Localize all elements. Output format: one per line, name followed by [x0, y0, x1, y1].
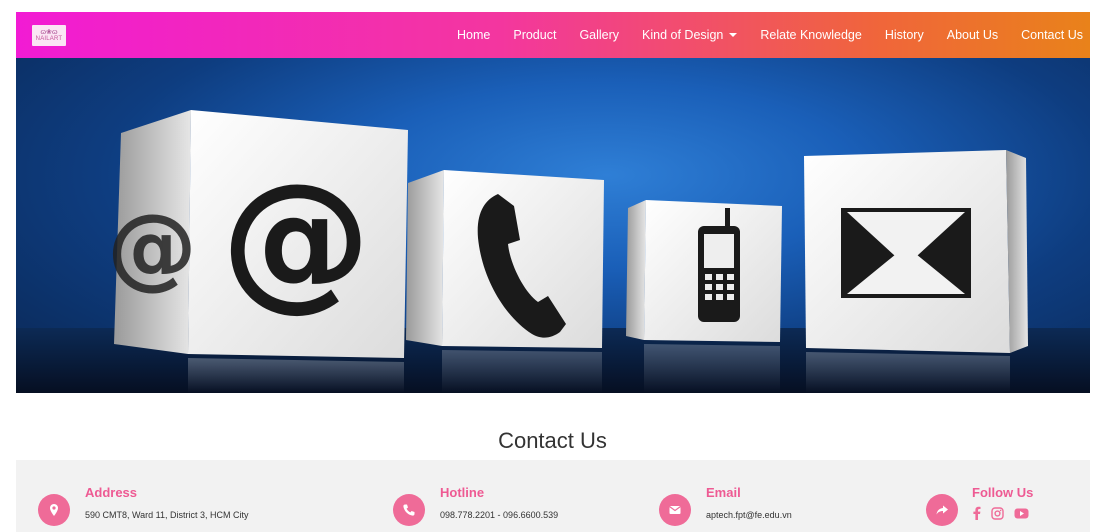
contact-cubes-illustration: @ @ [16, 110, 1090, 393]
facebook-icon[interactable] [972, 506, 981, 520]
logo-text: NAILART [35, 35, 63, 42]
caret-down-icon [729, 33, 738, 37]
at-sign-icon: @ [221, 152, 371, 326]
instagram-icon[interactable] [991, 506, 1004, 520]
contact-email: Email aptech.fpt@fe.edu.vn [656, 460, 906, 532]
nav-contact-us[interactable]: Contact Us [1021, 28, 1083, 42]
contact-follow-us: Follow Us [916, 460, 1090, 532]
location-pin-icon [38, 494, 70, 526]
follow-us-title: Follow Us [972, 485, 1034, 500]
contact-address: Address 590 CMT8, Ward 11, District 3, H… [16, 460, 316, 532]
nav-product[interactable]: Product [513, 28, 556, 42]
top-navbar: ɷ❀ɷ NAILART Home Product Gallery Kind of… [16, 12, 1090, 58]
hotline-text: 098.778.2201 - 096.6600.539 [440, 510, 559, 520]
nav-about-us[interactable]: About Us [947, 28, 998, 42]
email-text[interactable]: aptech.fpt@fe.edu.vn [706, 510, 792, 520]
nav-gallery[interactable]: Gallery [579, 28, 619, 42]
nav-kind-of-design-dropdown[interactable]: Kind of Design [642, 28, 738, 42]
hero-banner-image: @ @ [16, 58, 1090, 393]
page-title: Contact Us [498, 428, 607, 453]
youtube-icon[interactable] [1014, 508, 1029, 519]
contact-hotline: Hotline 098.778.2201 - 096.6600.539 [376, 460, 626, 532]
nav-menu: Home Product Gallery Kind of Design Rela… [457, 12, 1090, 58]
envelope-icon [659, 494, 691, 526]
share-icon [926, 494, 958, 526]
nav-kind-of-design-label: Kind of Design [642, 28, 724, 42]
svg-text:@: @ [107, 195, 197, 300]
social-links [972, 506, 1029, 520]
address-title: Address [85, 485, 138, 500]
email-title: Email [706, 485, 741, 500]
nav-relate-knowledge[interactable]: Relate Knowledge [760, 28, 861, 42]
envelope-cube [804, 150, 1028, 393]
mobile-cube [626, 200, 782, 393]
contact-info-bar: Address 590 CMT8, Ward 11, District 3, H… [16, 460, 1090, 532]
hotline-title: Hotline [440, 485, 485, 500]
nav-history[interactable]: History [885, 28, 924, 42]
phone-icon [393, 494, 425, 526]
nailart-logo[interactable]: ɷ❀ɷ NAILART [32, 25, 66, 46]
address-text: 590 CMT8, Ward 11, District 3, HCM City [85, 510, 249, 520]
logo-mark: ɷ❀ɷ [40, 27, 58, 36]
nav-home[interactable]: Home [457, 28, 490, 42]
envelope-icon [841, 208, 971, 298]
